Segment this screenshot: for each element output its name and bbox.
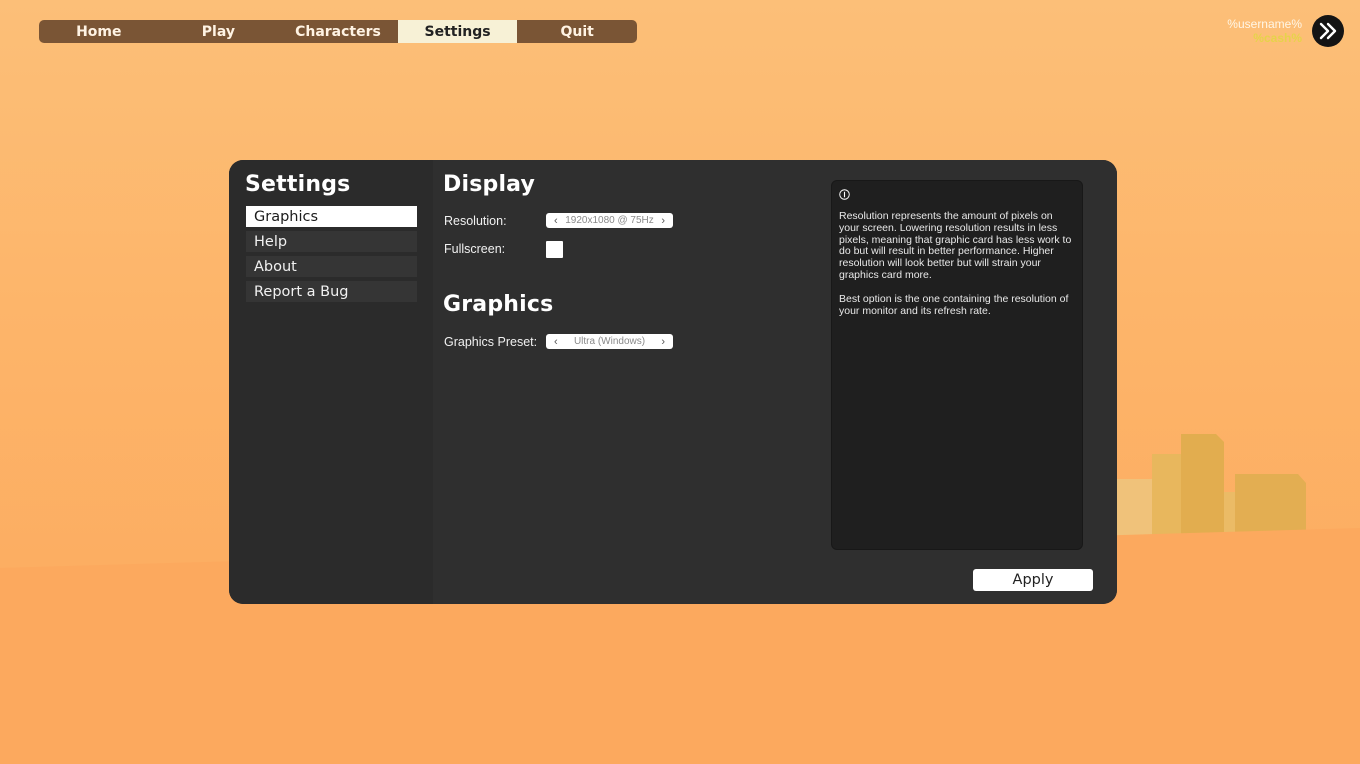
- tab-play[interactable]: Play: [159, 20, 279, 43]
- info-text-2: Best option is the one containing the re…: [839, 292, 1069, 317]
- double-chevron-right-icon: [1319, 22, 1337, 40]
- sidebar-item-about[interactable]: About: [246, 256, 417, 277]
- resolution-value: 1920x1080 @ 75Hz: [565, 215, 654, 226]
- cash-label: %cash%: [1253, 31, 1302, 45]
- main-menu-bar: Home Play Characters Settings Quit: [39, 20, 637, 43]
- graphics-section-title: Graphics: [443, 292, 554, 317]
- fullscreen-checkbox[interactable]: [546, 241, 563, 258]
- distant-buildings: [1110, 434, 1306, 536]
- info-text-1: Resolution represents the amount of pixe…: [839, 210, 1072, 281]
- resolution-label: Resolution:: [444, 214, 507, 228]
- tab-characters[interactable]: Characters: [278, 20, 398, 43]
- chevron-right-icon[interactable]: ›: [661, 215, 665, 226]
- chevron-left-icon[interactable]: ‹: [554, 215, 558, 226]
- apply-button[interactable]: Apply: [973, 569, 1093, 591]
- tab-home[interactable]: Home: [39, 20, 159, 43]
- display-section-title: Display: [443, 172, 536, 197]
- skip-button[interactable]: [1312, 15, 1344, 47]
- fullscreen-label: Fullscreen:: [444, 242, 506, 256]
- sidebar-item-help[interactable]: Help: [246, 231, 417, 252]
- resolution-selector: ‹ 1920x1080 @ 75Hz ›: [546, 213, 673, 228]
- info-panel: Resolution represents the amount of pixe…: [831, 180, 1083, 550]
- sidebar-item-report-bug[interactable]: Report a Bug: [246, 281, 417, 302]
- tab-quit[interactable]: Quit: [517, 20, 637, 43]
- tab-settings[interactable]: Settings: [397, 20, 518, 43]
- chevron-left-icon[interactable]: ‹: [554, 336, 558, 347]
- username-label: %username%: [1227, 17, 1302, 31]
- chevron-right-icon[interactable]: ›: [661, 336, 665, 347]
- user-info: %username% %cash%: [1227, 17, 1302, 45]
- info-icon: [839, 189, 850, 200]
- graphics-preset-value: Ultra (Windows): [573, 336, 646, 347]
- graphics-preset-selector: ‹ Ultra (Windows) ›: [546, 334, 673, 349]
- settings-panel: Settings Graphics Help About Report a Bu…: [229, 160, 1117, 604]
- graphics-preset-label: Graphics Preset:: [444, 335, 538, 349]
- sidebar-item-graphics[interactable]: Graphics: [246, 206, 417, 227]
- settings-title: Settings: [245, 172, 351, 197]
